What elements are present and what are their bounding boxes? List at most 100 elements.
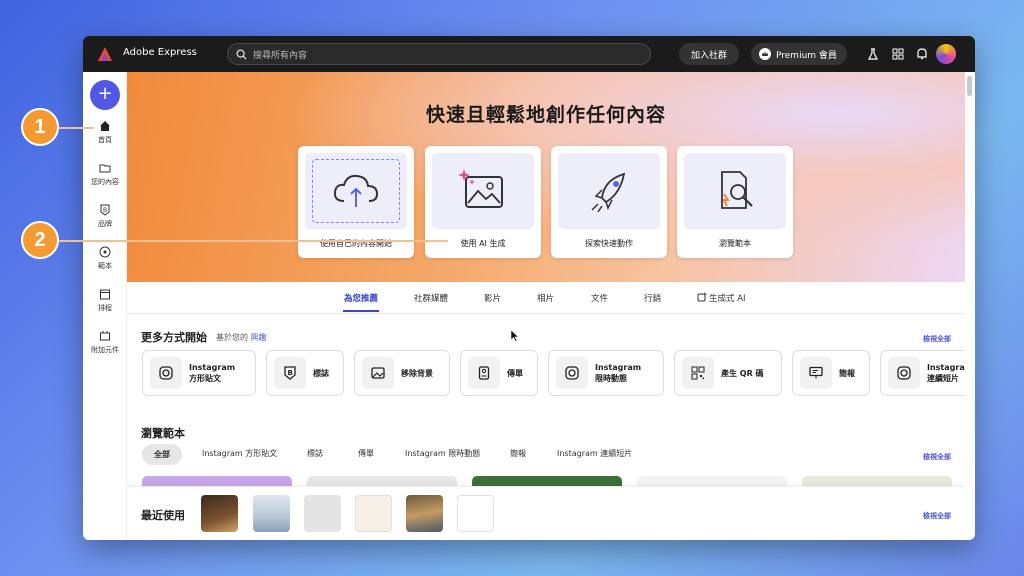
bell-icon[interactable] — [915, 47, 929, 61]
more-ways-view-all[interactable]: 檢視全部 — [923, 334, 951, 344]
premium-button[interactable]: Premium 會員 — [751, 43, 847, 65]
crown-icon — [759, 48, 771, 60]
quick-actions-card[interactable]: 探索快速動作 — [551, 146, 667, 258]
active-tab-indicator — [343, 310, 379, 312]
callout-2: 2 — [21, 221, 59, 259]
recent-thumbnail[interactable] — [304, 495, 341, 532]
tab-generative-ai[interactable]: 生成式 AI — [697, 292, 746, 304]
quick-item-label: 產生 QR 碼 — [721, 368, 764, 378]
avatar[interactable] — [936, 44, 956, 64]
sidebar-item-addons[interactable]: 附加元件 — [83, 330, 127, 355]
search-icon — [236, 48, 247, 60]
browse-view-all[interactable]: 檢視全部 — [923, 452, 951, 462]
chip-presentation[interactable]: 簡報 — [510, 448, 526, 459]
tab-marketing[interactable]: 行銷 — [644, 292, 661, 304]
quick-item-flyer[interactable]: 傳單 — [460, 350, 538, 396]
calendar-icon — [100, 289, 110, 300]
sidebar-item-label: 首頁 — [98, 136, 112, 144]
image-icon — [371, 367, 385, 379]
sidebar-item-label: 附加元件 — [91, 346, 119, 354]
quick-item-qr-code[interactable]: 產生 QR 碼 — [674, 350, 782, 396]
top-bar: Adobe Express 搜尋所有內容 加入社群 Premium 會員 — [83, 36, 975, 72]
quick-item-instagram-story[interactable]: Instagram 限時動態 — [548, 350, 664, 396]
quick-item-label: 傳單 — [507, 368, 523, 378]
card-label: 探索快速動作 — [585, 239, 633, 248]
recent-thumbnail[interactable] — [355, 495, 392, 532]
adobe-express-logo[interactable] — [97, 46, 113, 62]
chip-instagram-story[interactable]: Instagram 限時動態 — [405, 448, 480, 459]
instagram-icon — [565, 366, 579, 380]
flask-icon[interactable] — [866, 47, 880, 61]
flyer-icon — [478, 366, 490, 380]
quick-item-label: 簡報 — [839, 368, 855, 378]
chip-instagram-post[interactable]: Instagram 方形貼文 — [202, 448, 277, 459]
category-tabs: 為您推薦 社群媒體 影片 相片 文件 行銷 生成式 AI — [127, 284, 965, 314]
tab-label: 生成式 AI — [709, 294, 746, 304]
create-button[interactable]: + — [90, 80, 120, 110]
template-card[interactable] — [637, 476, 787, 486]
hero-title: 快速且輕鬆地創作任何內容 — [425, 104, 666, 126]
tab-documents[interactable]: 文件 — [591, 292, 608, 304]
template-card[interactable] — [802, 476, 952, 486]
search-placeholder: 搜尋所有內容 — [253, 50, 308, 61]
interests-link[interactable]: 興趣 — [251, 333, 267, 342]
qr-code-icon — [691, 366, 705, 380]
sidebar-item-brand[interactable]: B 品牌 — [83, 204, 127, 229]
addons-icon — [100, 331, 110, 341]
sidebar-item-label: 您的內容 — [91, 178, 119, 186]
card-label: 瀏覽範本 — [719, 239, 751, 248]
sidebar-item-your-content[interactable]: 您的內容 — [83, 162, 127, 187]
card-thumbnail — [305, 153, 407, 229]
tab-photo[interactable]: 相片 — [537, 292, 554, 304]
chip-flyer[interactable]: 傳單 — [358, 448, 374, 459]
premium-label: Premium 會員 — [776, 50, 837, 61]
more-ways-subtitle: 基於您的 興趣 — [216, 332, 267, 343]
sidebar-item-schedule[interactable]: 排程 — [83, 288, 127, 313]
scrollbar[interactable] — [967, 76, 972, 96]
tab-recommended[interactable]: 為您推薦 — [344, 292, 378, 304]
quick-item-remove-background[interactable]: 移除背景 — [354, 350, 450, 396]
chip-logo[interactable]: 標誌 — [307, 448, 323, 459]
tab-social-media[interactable]: 社群媒體 — [414, 292, 448, 304]
hero-banner: 快速且輕鬆地創作任何內容 使用自己的內容開始 使用 AI 生成 探索快速動作 瀏… — [127, 72, 965, 282]
quick-item-instagram-reels[interactable]: Instagram 連續短片 — [880, 350, 965, 396]
app-name[interactable]: Adobe Express — [123, 47, 197, 58]
join-community-button[interactable]: 加入社群 — [679, 43, 740, 65]
quick-item-label: Instagram 限時動態 — [595, 363, 642, 383]
instagram-icon — [159, 366, 173, 380]
recent-thumbnail[interactable] — [457, 495, 494, 532]
card-thumbnail — [432, 153, 534, 229]
template-card[interactable] — [472, 476, 622, 486]
presentation-icon — [809, 366, 823, 379]
callout-line — [58, 240, 448, 242]
more-ways-title: 更多方式開始 — [141, 331, 207, 344]
search-document-icon — [721, 171, 753, 209]
recent-thumbnail[interactable] — [253, 495, 290, 532]
tab-video[interactable]: 影片 — [484, 292, 501, 304]
template-card[interactable] — [142, 476, 292, 486]
quick-item-presentation[interactable]: 簡報 — [792, 350, 870, 396]
apps-grid-icon[interactable] — [891, 47, 905, 61]
logo-icon: B — [284, 366, 296, 380]
folder-icon — [99, 164, 111, 173]
sidebar-item-label: 範本 — [98, 262, 112, 270]
quick-item-instagram-post[interactable]: Instagram 方形貼文 — [142, 350, 256, 396]
recent-thumbnail[interactable] — [406, 495, 443, 532]
browse-templates-card[interactable]: 瀏覽範本 — [677, 146, 793, 258]
chip-all[interactable]: 全部 — [142, 444, 182, 465]
subtitle-prefix: 基於您的 — [216, 333, 248, 342]
sidebar-item-home[interactable]: 首頁 — [83, 120, 127, 145]
search-input[interactable]: 搜尋所有內容 — [227, 43, 651, 65]
sidebar: + 首頁 您的內容 B 品牌 範本 排程 附加元件 — [83, 72, 127, 540]
quick-item-logo[interactable]: B 標誌 — [266, 350, 344, 396]
quick-item-label: Instagram 連續短片 — [927, 363, 965, 383]
recent-view-all[interactable]: 檢視全部 — [923, 511, 951, 521]
sparkle-icon — [697, 292, 707, 302]
join-community-label: 加入社群 — [691, 50, 728, 61]
recent-thumbnail[interactable] — [201, 495, 238, 532]
template-card[interactable] — [307, 476, 457, 486]
sidebar-item-label: 排程 — [98, 304, 112, 312]
chip-instagram-reels[interactable]: Instagram 連續短片 — [557, 448, 632, 459]
recent-bar: 最近使用 檢視全部 — [127, 486, 965, 540]
sidebar-item-templates[interactable]: 範本 — [83, 246, 127, 271]
